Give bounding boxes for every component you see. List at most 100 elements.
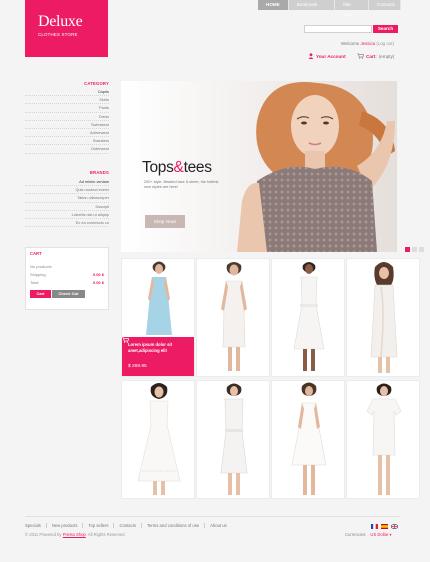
sidebar-cart: CART No products Shipping 0.00 $ Total 0… [25, 247, 109, 310]
nav-contacts[interactable]: Contacts [368, 0, 401, 10]
cart-label: Cart: [366, 53, 377, 59]
footer-link-new-products[interactable]: New products [45, 523, 83, 528]
category-item[interactable]: Dress [25, 113, 109, 121]
brand-item[interactable]: Ex ea commodo co [25, 219, 109, 228]
welcome-label: Welcome [341, 41, 360, 46]
footer-divider [25, 516, 400, 517]
cart-icon [357, 53, 364, 59]
logo-subtitle: CLOTHES STORE [38, 32, 78, 37]
footer-link-top-sellers[interactable]: Top sellers [82, 523, 113, 528]
footer-link-about[interactable]: About us [204, 523, 232, 528]
brands-list: Ad minim veniam Quis nostrud exerci Tati… [25, 178, 109, 228]
product-card-white-tunic-dress[interactable] [346, 380, 420, 499]
cart-total-row: Total 0.00 $ [30, 280, 104, 285]
currency-value: US Dollar [370, 532, 389, 537]
brand-item[interactable]: Lobortis nisl ut aliquip [25, 211, 109, 219]
product-card-white-shirt-dress[interactable] [196, 380, 270, 499]
language-flags [371, 524, 398, 529]
product-card-white-dress-2[interactable] [271, 258, 345, 377]
product-card-white-sundress[interactable] [271, 380, 345, 499]
header-cart[interactable]: Cart: (empty) [357, 53, 394, 59]
page: HOME Bookmark Site map Contacts Deluxe C… [0, 0, 430, 562]
product-image [272, 381, 344, 498]
product-image [347, 381, 419, 498]
brands-title: BRANDS [89, 170, 109, 175]
footer-links: Specials New products Top sellers Contac… [25, 523, 232, 528]
product-name[interactable]: Lorem ipsum dolor sit amet,adipiscing el… [128, 342, 190, 353]
slider-dot[interactable] [419, 247, 424, 252]
slider-dot[interactable] [412, 247, 417, 252]
cart-buttons: Cart Check Out [30, 290, 104, 298]
store-logo[interactable]: Deluxe CLOTHES STORE [25, 0, 108, 57]
copyright-suffix: . All Rights Reserved [85, 532, 125, 537]
banner-title: Tops&tees [142, 159, 212, 177]
product-image [122, 259, 194, 339]
slider-pagination [405, 247, 424, 252]
hero-banner[interactable]: Tops&tees 200+ style. Beaded lace & shee… [121, 81, 397, 252]
cart-button[interactable]: Cart [30, 290, 51, 298]
flag-france-icon[interactable] [371, 524, 378, 529]
welcome-text: Welcome Jessica (Log out) [341, 41, 394, 46]
category-item[interactable]: Sweaters [25, 137, 109, 146]
total-value: 0.00 $ [92, 280, 104, 285]
logout-link[interactable]: (Log out) [376, 41, 394, 46]
brand-item[interactable]: Quis nostrud exerci [25, 186, 109, 195]
search-button[interactable]: Search [373, 25, 398, 33]
your-account-label: Your Account [316, 53, 346, 59]
cart-shipping-row: Shipping 0.00 $ [30, 272, 104, 277]
category-item[interactable]: Pants [25, 104, 109, 113]
total-label: Total [30, 280, 39, 285]
copyright: © 2011 Powered by Presta Shop. All Right… [25, 532, 125, 537]
category-item[interactable]: Capris [25, 88, 109, 97]
prestashop-link[interactable]: Presta Shop [63, 532, 86, 537]
product-card-ruffle-dress[interactable] [346, 258, 420, 377]
slider-dot[interactable] [405, 247, 410, 252]
product-info-overlay: Lorem ipsum dolor sit amet,adipiscing el… [122, 337, 194, 376]
banner-model-photo [237, 82, 395, 252]
cart-title: CART [30, 251, 42, 256]
brand-item[interactable]: Ad minim veniam [25, 178, 109, 187]
currency-label: Currencies: [345, 532, 367, 537]
product-image [197, 381, 269, 498]
brand-item[interactable]: Suscipit [25, 203, 109, 211]
product-image [197, 259, 269, 376]
category-item[interactable]: Skirts [25, 96, 109, 105]
product-card-white-dress-1[interactable] [196, 258, 270, 377]
shipping-value: 0.00 $ [92, 272, 104, 277]
footer-link-terms[interactable]: Terms and conditions of use [140, 523, 204, 528]
flag-spain-icon[interactable] [381, 524, 388, 529]
product-image [272, 259, 344, 376]
category-item[interactable]: Outerwear [25, 145, 109, 154]
banner-text: 200+ style. Beaded lace & sheer, the hot… [144, 180, 219, 190]
currency-selector: Currencies: US Dollar ▾ [345, 532, 392, 537]
chevron-down-icon: ▾ [389, 532, 392, 537]
category-item[interactable]: Swimwear [25, 121, 109, 129]
footer-link-contacts[interactable]: Contacts [113, 523, 141, 528]
footer-link-specials[interactable]: Specials [25, 523, 46, 528]
banner-title-tees: tees [183, 159, 212, 176]
banner-title-amp: & [173, 159, 184, 176]
nav-site-map[interactable]: Site map [334, 0, 369, 17]
user-name[interactable]: Jessica [360, 41, 375, 46]
flag-uk-icon[interactable] [391, 524, 398, 529]
product-card-blue-dress[interactable]: Lorem ipsum dolor sit amet,adipiscing el… [121, 258, 195, 377]
category-item[interactable]: Activewear [25, 129, 109, 138]
your-account-link[interactable]: Your Account [308, 53, 346, 59]
product-card-white-lace-dress[interactable] [121, 380, 195, 499]
add-to-cart-icon[interactable] [122, 337, 129, 343]
search-input[interactable] [304, 25, 372, 33]
shipping-label: Shipping [30, 272, 46, 277]
cart-no-products: No products [30, 264, 52, 269]
currency-dropdown[interactable]: US Dollar ▾ [370, 532, 391, 537]
product-image [122, 381, 194, 498]
product-price: $ 269.95 [128, 364, 147, 370]
brand-item[interactable]: Tation ullamcorper [25, 194, 109, 203]
banner-title-tops: Tops [142, 159, 174, 176]
nav-bookmark[interactable]: Bookmark [288, 0, 335, 10]
nav-home[interactable]: HOME [258, 0, 289, 10]
cart-status: (empty) [378, 53, 395, 59]
product-image [347, 259, 419, 376]
copyright-text: © 2011 Powered by [25, 532, 62, 537]
shop-now-button[interactable]: Shop Now! [145, 215, 185, 228]
checkout-button[interactable]: Check Out [52, 290, 85, 298]
